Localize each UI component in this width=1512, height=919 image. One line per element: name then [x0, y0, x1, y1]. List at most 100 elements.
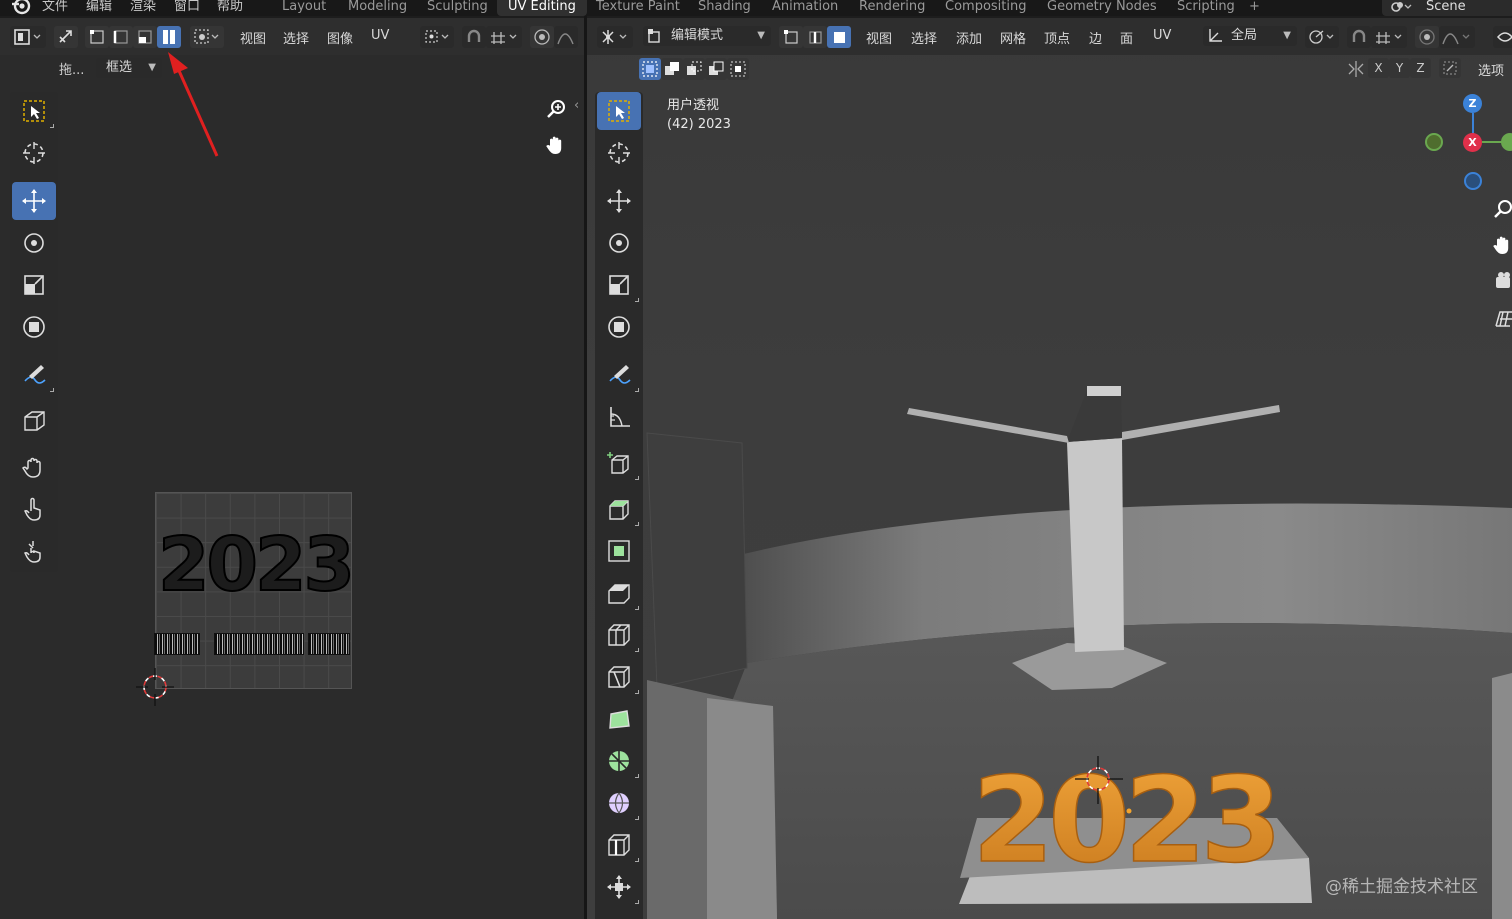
select-mode-dropdown[interactable]: 框选 ▼	[96, 58, 162, 78]
tool-loop-cut[interactable]	[597, 616, 641, 654]
tool-cursor[interactable]	[12, 134, 56, 172]
pivot-point-dropdown[interactable]	[1305, 26, 1339, 48]
blender-logo-icon[interactable]	[10, 0, 32, 16]
menu-help[interactable]: 帮助	[217, 0, 243, 16]
tool-select-box[interactable]	[597, 92, 641, 130]
snap-target-dropdown[interactable]	[1371, 26, 1407, 48]
tool-poly-build[interactable]	[597, 700, 641, 738]
tab-layout[interactable]: Layout	[282, 0, 326, 16]
tool-annotate[interactable]	[597, 356, 641, 394]
tool-bevel[interactable]	[597, 574, 641, 612]
tool-move[interactable]	[12, 182, 56, 220]
sticky-select-dropdown[interactable]	[190, 26, 224, 48]
menu-uv[interactable]: UV	[371, 28, 389, 43]
collapse-sidebar-icon[interactable]: ‹	[574, 98, 579, 113]
gizmo-z-axis[interactable]: Z	[1463, 94, 1482, 113]
transform-orientation-dropdown[interactable]: 全局 ▼	[1203, 26, 1297, 46]
camera-icon[interactable]	[1492, 270, 1512, 292]
snap-toggle[interactable]	[462, 26, 486, 48]
text-2023-object[interactable]: 2023	[971, 750, 1283, 890]
tool-extrude[interactable]	[597, 490, 641, 528]
gizmo-x-axis[interactable]: X	[1463, 133, 1482, 152]
tool-add-cube[interactable]	[597, 444, 641, 482]
tab-rendering[interactable]: Rendering	[859, 0, 925, 16]
tool-edge-slide[interactable]	[597, 826, 641, 864]
falloff-dropdown[interactable]	[1439, 26, 1475, 48]
options-dropdown[interactable]: 选项	[1478, 60, 1504, 79]
tool-move[interactable]	[597, 182, 641, 220]
tab-texture-paint[interactable]: Texture Paint	[596, 0, 680, 16]
gizmo-neg-z-axis[interactable]	[1464, 172, 1482, 190]
menu-window[interactable]: 窗口	[174, 0, 200, 16]
pivot-point-dropdown[interactable]	[420, 26, 454, 48]
tool-rip[interactable]	[12, 402, 56, 440]
tool-spin[interactable]	[597, 742, 641, 780]
tool-inset[interactable]	[597, 532, 641, 570]
tool-pinch[interactable]	[12, 532, 56, 570]
tool-scale[interactable]	[12, 266, 56, 304]
menu-image[interactable]: 图像	[327, 28, 353, 47]
mirror-y-toggle[interactable]: Y	[1389, 58, 1410, 78]
menu-add[interactable]: 添加	[956, 28, 982, 47]
menu-file[interactable]: 文件	[42, 0, 68, 16]
tool-scale[interactable]	[597, 266, 641, 304]
snap-toggle[interactable]	[1347, 26, 1371, 48]
grid-icon[interactable]	[1492, 308, 1512, 330]
face-select-mode-button[interactable]	[827, 26, 851, 48]
zoom-view-button[interactable]	[541, 94, 571, 124]
menu-render[interactable]: 渲染	[130, 0, 156, 16]
select-mode-subtract-button[interactable]	[683, 58, 705, 80]
vertex-select-mode-button[interactable]	[779, 26, 803, 48]
uv-image-canvas[interactable]: 2023	[154, 492, 356, 689]
tab-compositing[interactable]: Compositing	[945, 0, 1027, 16]
mirror-x-toggle[interactable]: X	[1368, 58, 1389, 78]
tool-shear[interactable]	[597, 910, 641, 919]
falloff-dropdown[interactable]	[554, 26, 578, 48]
overlay-toggle[interactable]	[1493, 26, 1512, 48]
gizmo-y-axis[interactable]	[1501, 133, 1512, 151]
tool-annotate[interactable]	[12, 356, 56, 394]
tool-rotate[interactable]	[12, 224, 56, 262]
uv-vertex-mode-button[interactable]	[85, 26, 109, 48]
tool-grab[interactable]	[12, 448, 56, 486]
tool-measure[interactable]	[597, 398, 641, 436]
menu-select[interactable]: 选择	[911, 28, 937, 47]
snap-target-dropdown[interactable]	[486, 26, 522, 48]
menu-uv[interactable]: UV	[1153, 28, 1171, 43]
tab-modeling[interactable]: Modeling	[348, 0, 407, 16]
tool-knife[interactable]	[597, 658, 641, 696]
tool-shrink-fatten[interactable]	[597, 868, 641, 906]
menu-face[interactable]: 面	[1120, 28, 1133, 47]
tool-transform[interactable]	[597, 308, 641, 346]
tool-smooth[interactable]	[597, 784, 641, 822]
add-workspace-button[interactable]: +	[1249, 0, 1260, 16]
menu-edge[interactable]: 边	[1089, 28, 1102, 47]
edge-select-mode-button[interactable]	[803, 26, 827, 48]
menu-view[interactable]: 视图	[240, 28, 266, 47]
select-mode-extend-button[interactable]	[661, 58, 683, 80]
hand-icon[interactable]	[1492, 234, 1512, 256]
proportional-edit-toggle[interactable]	[1415, 26, 1439, 48]
tool-rotate[interactable]	[597, 224, 641, 262]
menu-view[interactable]: 视图	[866, 28, 892, 47]
select-mode-new-button[interactable]	[639, 58, 661, 80]
tool-cursor[interactable]	[597, 134, 641, 172]
scene-selector[interactable]: Scene	[1382, 0, 1512, 16]
tab-geometry-nodes[interactable]: Geometry Nodes	[1047, 0, 1157, 16]
tool-relax[interactable]	[12, 490, 56, 528]
tab-scripting[interactable]: Scripting	[1177, 0, 1235, 16]
gizmo-neg-y-axis[interactable]	[1425, 133, 1443, 151]
select-mode-invert-button[interactable]	[705, 58, 727, 80]
mirror-z-toggle[interactable]: Z	[1410, 58, 1431, 78]
tab-uv-editing[interactable]: UV Editing	[497, 0, 587, 16]
menu-select[interactable]: 选择	[283, 28, 309, 47]
uv-2d-cursor-icon[interactable]	[132, 664, 178, 710]
topology-mirror-toggle[interactable]	[1439, 58, 1461, 78]
uv-island-mode-button[interactable]	[157, 26, 181, 48]
uv-edge-mode-button[interactable]	[109, 26, 133, 48]
editor-type-button[interactable]	[10, 26, 46, 48]
tab-sculpting[interactable]: Sculpting	[427, 0, 488, 16]
mirror-icon[interactable]	[1347, 60, 1365, 78]
uv-face-mode-button[interactable]	[133, 26, 157, 48]
tool-select-box[interactable]	[12, 92, 56, 130]
